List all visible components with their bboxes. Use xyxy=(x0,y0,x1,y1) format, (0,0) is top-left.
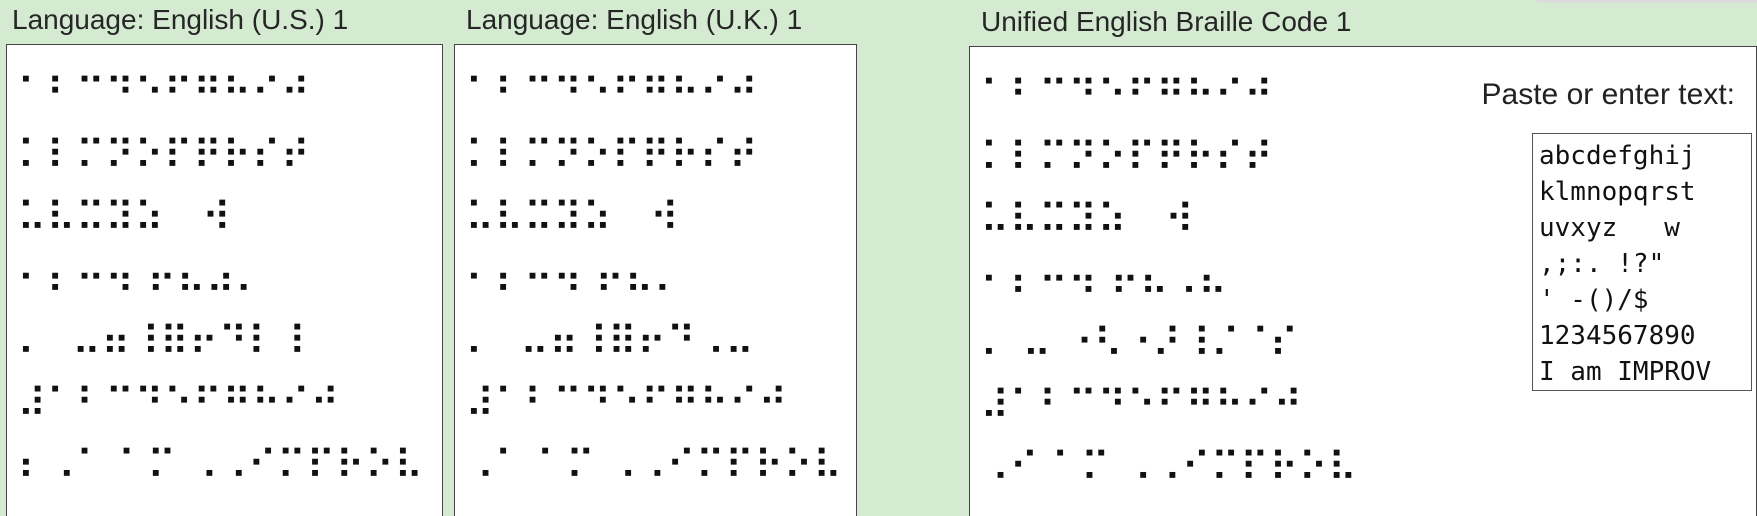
braille-line: ⠁⠃⠉⠙⠑⠋⠛⠓⠊⠚ xyxy=(980,73,1273,119)
braille-line: ⠼⠁⠃⠉⠙⠑⠋⠛⠓⠊⠚ xyxy=(17,381,340,427)
braille-lines: ⠁⠃⠉⠙⠑⠋⠛⠓⠊⠚ ⠅⠇⠍⠝⠕⠏⠟⠗⠎⠞ ⠥⠧⠭⠽⠵ ⠺ ⠂⠆⠒⠲ ⠖⠦⠠⠦ … xyxy=(980,65,1357,499)
braille-line: ⠥⠧⠭⠽⠵ ⠺ xyxy=(980,197,1194,243)
braille-line: ⠅⠇⠍⠝⠕⠏⠟⠗⠎⠞ xyxy=(17,133,310,179)
input-label: Paste or enter text: xyxy=(1481,78,1735,111)
pane-title: Language: English (U.S.) 1 xyxy=(12,4,349,35)
braille-line: ⠂⠆⠒⠲ ⠖⠦⠴⠄ xyxy=(17,257,265,303)
braille-output-us[interactable]: ⠁⠃⠉⠙⠑⠋⠛⠓⠊⠚ ⠅⠇⠍⠝⠕⠏⠟⠗⠎⠞ ⠥⠧⠭⠽⠵ ⠺ ⠂⠆⠒⠲ ⠖⠦⠴⠄ … xyxy=(6,44,443,516)
braille-line: ⠄ ⠤⠶⠸⠿⠖⠙⠠⠤ xyxy=(465,319,755,365)
braille-line: ⠠⠁ ⠁⠍ ⠠⠠⠊⠍⠏⠗⠕⠧ xyxy=(465,443,842,489)
braille-line: ⠼⠁⠃⠉⠙⠑⠋⠛⠓⠊⠚ xyxy=(980,383,1303,429)
braille-line: ⠅⠇⠍⠝⠕⠏⠟⠗⠎⠞ xyxy=(465,133,758,179)
braille-line: ⠄ ⠤ ⠐⠣⠐⠜⠸⠌⠈⠎ xyxy=(980,321,1299,367)
braille-line: ⠂⠆⠒⠲ ⠖⠦⠄ xyxy=(465,257,683,303)
braille-line: ⠁⠃⠉⠙⠑⠋⠛⠓⠊⠚ xyxy=(17,71,310,117)
braille-line: ⠥⠧⠭⠽⠵ ⠺ xyxy=(465,195,679,241)
braille-output-uk[interactable]: ⠁⠃⠉⠙⠑⠋⠛⠓⠊⠚ ⠅⠇⠍⠝⠕⠏⠟⠗⠎⠞ ⠥⠧⠭⠽⠵ ⠺ ⠂⠆⠒⠲ ⠖⠦⠄ ⠄… xyxy=(454,44,857,516)
braille-line: ⠁⠃⠉⠙⠑⠋⠛⠓⠊⠚ xyxy=(465,71,758,117)
braille-lines: ⠁⠃⠉⠙⠑⠋⠛⠓⠊⠚ ⠅⠇⠍⠝⠕⠏⠟⠗⠎⠞ ⠥⠧⠭⠽⠵ ⠺ ⠂⠆⠒⠲ ⠖⠦⠴⠄ … xyxy=(17,63,423,497)
pane-title: Unified English Braille Code 1 xyxy=(981,6,1352,37)
braille-line: ⠆⠠⠁ ⠁⠍ ⠠⠠⠊⠍⠏⠗⠕⠧ xyxy=(17,443,424,489)
pane-uk: Language: English (U.K.) 1 ⠁⠃⠉⠙⠑⠋⠛⠓⠊⠚ ⠅⠇… xyxy=(454,0,857,516)
text-input[interactable]: abcdefghij klmnopqrst uvxyz w ,;:. !?" '… xyxy=(1532,133,1752,391)
braille-line: ⠠⠊ ⠁⠍ ⠠⠠⠊⠍⠏⠗⠕⠧ xyxy=(980,445,1357,491)
pane-title: Language: English (U.K.) 1 xyxy=(466,4,803,35)
braille-line: ⠄ ⠤⠶⠸⠿⠖⠙⠇⠸ xyxy=(17,319,307,365)
braille-line: ⠥⠧⠭⠽⠵ ⠺ xyxy=(17,195,231,241)
braille-lines: ⠁⠃⠉⠙⠑⠋⠛⠓⠊⠚ ⠅⠇⠍⠝⠕⠏⠟⠗⠎⠞ ⠥⠧⠭⠽⠵ ⠺ ⠂⠆⠒⠲ ⠖⠦⠄ ⠄… xyxy=(465,63,842,497)
braille-line: ⠼⠁⠃⠉⠙⠑⠋⠛⠓⠊⠚ xyxy=(465,381,788,427)
braille-line: ⠅⠇⠍⠝⠕⠏⠟⠗⠎⠞ xyxy=(980,135,1273,181)
braille-line: ⠂⠆⠒⠲ ⠖⠦⠠⠦ xyxy=(980,259,1228,305)
pane-us: Language: English (U.S.) 1 ⠁⠃⠉⠙⠑⠋⠛⠓⠊⠚ ⠅⠇… xyxy=(6,0,443,516)
